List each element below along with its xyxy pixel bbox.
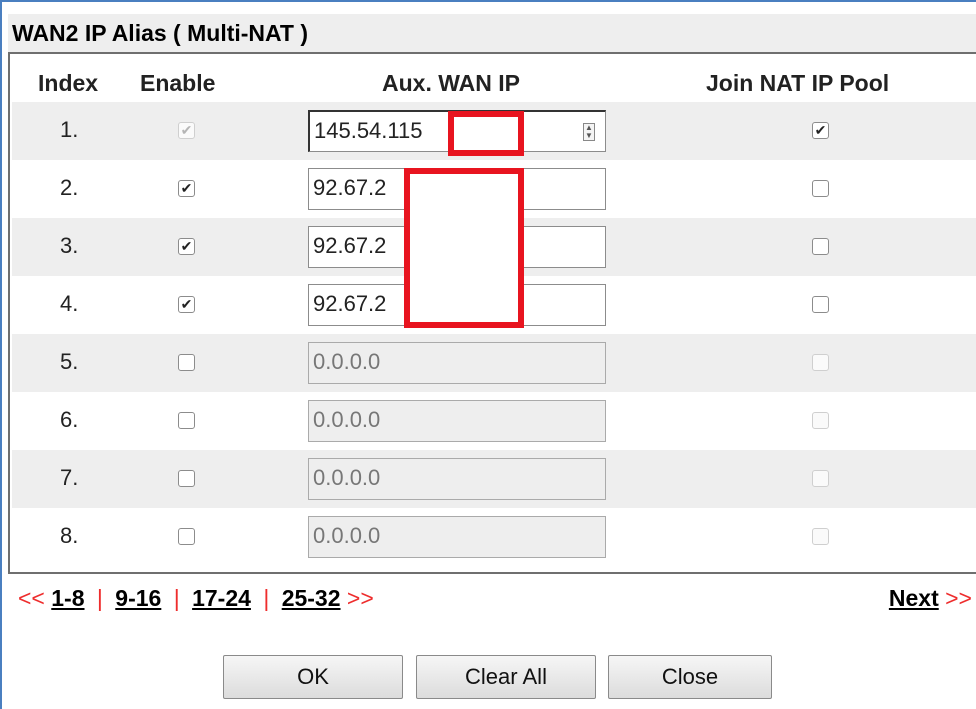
header-aux-wan-ip: Aux. WAN IP (382, 70, 521, 96)
next-page: Next >> (889, 585, 972, 612)
page-link-25-32[interactable]: 25-32 (282, 585, 341, 611)
page-separator: | (263, 585, 270, 611)
row-index: 3. (60, 233, 79, 258)
page-link-17-24[interactable]: 17-24 (192, 585, 251, 611)
enable-checkbox[interactable] (178, 470, 195, 487)
page-separator: | (96, 585, 103, 611)
table-row: 5. 0.0.0.0 (12, 334, 976, 392)
next-link[interactable]: Next (889, 585, 939, 611)
next-page-arrow[interactable]: >> (945, 585, 972, 611)
redaction-box (448, 111, 524, 156)
ok-button[interactable]: OK (223, 655, 403, 699)
aux-wan-ip-value: 0.0.0.0 (313, 465, 381, 490)
aux-wan-ip-value: 92.67.2 (313, 291, 387, 316)
join-nat-checkbox[interactable] (812, 238, 829, 255)
clear-all-button[interactable]: Clear All (416, 655, 596, 699)
enable-checkbox[interactable] (178, 412, 195, 429)
next-arrow[interactable]: >> (347, 585, 374, 611)
aux-wan-ip-value: 145.54.115 (314, 118, 423, 143)
row-index: 6. (60, 407, 79, 432)
row-index: 4. (60, 291, 79, 316)
enable-checkbox[interactable]: ✔ (178, 296, 195, 313)
row-index: 1. (60, 117, 79, 142)
join-nat-checkbox[interactable]: ✔ (812, 122, 829, 139)
join-nat-checkbox (812, 412, 829, 429)
prev-arrow[interactable]: << (18, 585, 45, 611)
window-top-border (0, 0, 976, 2)
spinner-icon[interactable]: ▲ ▼ (583, 123, 595, 141)
aux-wan-ip-input[interactable]: 0.0.0.0 (308, 458, 606, 500)
row-index: 2. (60, 175, 79, 200)
aux-wan-ip-input[interactable]: 0.0.0.0 (308, 516, 606, 558)
enable-checkbox[interactable]: ✔ (178, 180, 195, 197)
window-left-border (0, 0, 2, 709)
pagination: << 1-8 | 9-16 | 17-24 | 25-32 >> (18, 585, 374, 612)
close-button[interactable]: Close (608, 655, 772, 699)
table-row: 8. 0.0.0.0 (12, 508, 976, 566)
page-link-1-8[interactable]: 1-8 (51, 585, 84, 611)
enable-checkbox[interactable] (178, 528, 195, 545)
join-nat-checkbox[interactable] (812, 180, 829, 197)
enable-checkbox[interactable]: ✔ (178, 238, 195, 255)
page-link-9-16[interactable]: 9-16 (115, 585, 161, 611)
title-bar: WAN2 IP Alias ( Multi-NAT ) (8, 14, 976, 54)
join-nat-checkbox (812, 470, 829, 487)
aux-wan-ip-value: 92.67.2 (313, 233, 387, 258)
header-index: Index (38, 70, 99, 96)
aux-wan-ip-input[interactable]: 0.0.0.0 (308, 400, 606, 442)
redaction-box (404, 168, 524, 328)
page-title: WAN2 IP Alias ( Multi-NAT ) (12, 20, 309, 46)
join-nat-checkbox (812, 354, 829, 371)
header-enable: Enable (140, 70, 216, 96)
enable-checkbox: ✔ (178, 122, 195, 139)
table-row: 7. 0.0.0.0 (12, 450, 976, 508)
table-row: 6. 0.0.0.0 (12, 392, 976, 450)
page-separator: | (173, 585, 180, 611)
aux-wan-ip-value: 92.67.2 (313, 175, 387, 200)
header-join-nat-ip-pool: Join NAT IP Pool (706, 70, 890, 96)
aux-wan-ip-input[interactable]: 0.0.0.0 (308, 342, 606, 384)
aux-wan-ip-value: 0.0.0.0 (313, 407, 381, 432)
aux-wan-ip-value: 0.0.0.0 (313, 349, 381, 374)
join-nat-checkbox (812, 528, 829, 545)
join-nat-checkbox[interactable] (812, 296, 829, 313)
aux-wan-ip-value: 0.0.0.0 (313, 523, 381, 548)
enable-checkbox[interactable] (178, 354, 195, 371)
row-index: 7. (60, 465, 79, 490)
row-index: 8. (60, 523, 79, 548)
row-index: 5. (60, 349, 79, 374)
